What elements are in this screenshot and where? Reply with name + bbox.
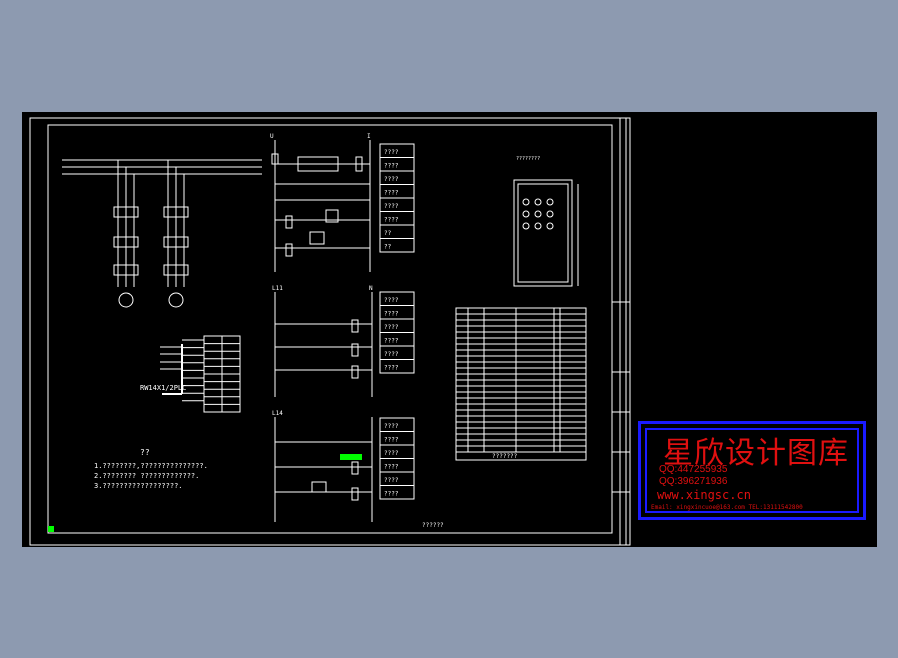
legend-box-label: ???? xyxy=(384,162,399,169)
control-circuit-mid xyxy=(274,292,373,397)
legend-box-label: ?? xyxy=(384,230,392,237)
legend-box-label: ???? xyxy=(384,337,399,344)
drawing-number: ?????? xyxy=(422,522,444,529)
legend-box-label: ???? xyxy=(384,351,399,358)
label-i: I xyxy=(367,133,371,140)
legend-box-label: ???? xyxy=(384,364,399,371)
plc-label: RW14X1/2PLC xyxy=(140,384,186,392)
panel-layout xyxy=(513,179,579,287)
panel-title: ???????? xyxy=(516,156,540,162)
watermark-box: 星欣设计图库 QQ:447255935 QQ:396271936 www.xin… xyxy=(638,421,866,520)
legend-box-label: ?? xyxy=(384,243,392,250)
note-1: 1.????????,???????????????. xyxy=(94,462,208,470)
legend-box-label: ???? xyxy=(384,450,399,457)
label-l11: L11 xyxy=(272,285,283,292)
legend-box-label: ???? xyxy=(384,216,399,223)
control-circuit-top xyxy=(271,140,371,272)
control-circuit-bottom xyxy=(274,417,373,522)
notes-title: ?? xyxy=(140,448,150,457)
legend-box-label: ???? xyxy=(384,297,399,304)
watermark-qq1: QQ:447255935 xyxy=(659,464,728,475)
legend-box-label: ???? xyxy=(384,423,399,430)
legend-boxes-top: ???????????????????????????? xyxy=(379,143,415,253)
title-block xyxy=(612,301,630,493)
label-l14: L14 xyxy=(272,410,283,417)
cad-viewport[interactable]: RW14X1/2PLC ?? 1.????????,??????????????… xyxy=(22,112,877,547)
power-bus xyxy=(62,159,262,175)
watermark-contact: Email: xingxincuoe@163.com TEL:131115428… xyxy=(651,504,803,511)
legend-box-label: ???? xyxy=(384,203,399,210)
legend-box-label: ???? xyxy=(384,477,399,484)
parts-table xyxy=(455,307,587,461)
label-n: N xyxy=(369,285,373,292)
table-footer: ??????? xyxy=(492,453,518,460)
plc-terminal xyxy=(160,335,241,413)
origin-marker xyxy=(48,526,54,532)
selected-highlight xyxy=(340,454,362,460)
motor-circuit-2 xyxy=(163,160,189,308)
legend-box-label: ???? xyxy=(384,436,399,443)
watermark-url: www.xingsc.cn xyxy=(657,488,751,502)
legend-boxes-mid: ???????????????????????? xyxy=(379,291,415,374)
note-2: 2.???????? ?????????????. xyxy=(94,472,199,480)
legend-box-label: ???? xyxy=(384,149,399,156)
legend-box-label: ???? xyxy=(384,463,399,470)
legend-box-label: ???? xyxy=(384,310,399,317)
note-3: 3.??????????????????. xyxy=(94,482,183,490)
legend-boxes-bottom: ???????????????????????? xyxy=(379,417,415,500)
legend-box-label: ???? xyxy=(384,490,399,497)
watermark-qq2: QQ:396271936 xyxy=(659,476,728,487)
legend-box-label: ???? xyxy=(384,189,399,196)
label-u: U xyxy=(270,133,274,140)
legend-box-label: ???? xyxy=(384,176,399,183)
legend-box-label: ???? xyxy=(384,324,399,331)
motor-circuit-1 xyxy=(113,160,139,308)
